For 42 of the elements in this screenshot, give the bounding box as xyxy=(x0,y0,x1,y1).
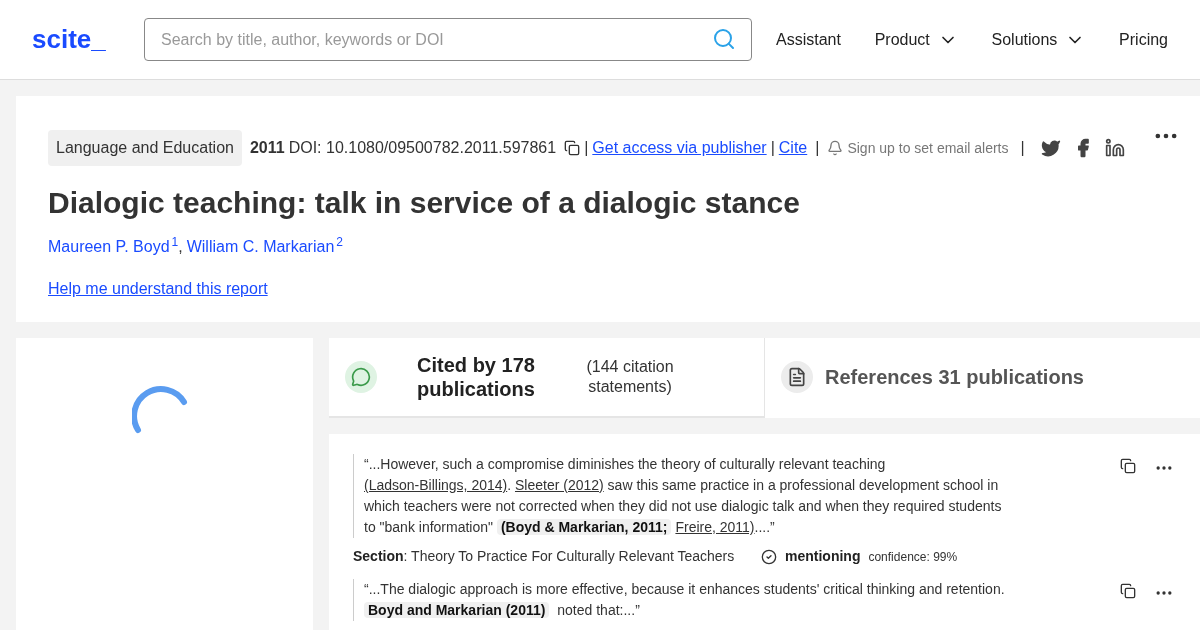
author-link[interactable]: William C. Markarian$^{2}$ xyxy=(186,235,343,259)
nav-menu-item[interactable]: Assistant xyxy=(776,27,841,52)
copy-icon[interactable] xyxy=(564,140,581,156)
access-link[interactable]: Get access via publisher xyxy=(592,136,767,160)
nav-menu-item[interactable]: Solutions xyxy=(991,27,1086,52)
cited-by-tab[interactable]: Cited by 178 publications (144 citation statements) xyxy=(329,338,765,418)
linkedin-icon[interactable] xyxy=(1104,138,1125,158)
references-tab[interactable]: References 31 publications xyxy=(765,338,1200,418)
twitter-icon[interactable] xyxy=(1040,138,1061,158)
alerts-link[interactable]: Sign up to set email alerts xyxy=(847,137,1009,159)
citation-quote: “...However, such a compromise diminishes the theory of culturally relevant teaching (Ladson-Billings, 2014). Sleeter (2012) saw this same practice in a professional development school in which teachers were not corrected when they did not use dialogic talk and when they required students to "bank information" (Boyd & Markarian, 2011; Freire, 2011)....” xyxy=(353,454,1013,538)
separator: | xyxy=(815,138,820,158)
confidence-text: confidence: 99% xyxy=(868,548,958,566)
citation-link[interactable]: Sleeter (2012) xyxy=(515,477,604,493)
citation-type: mentioning xyxy=(785,547,861,566)
separator: | xyxy=(770,138,775,158)
check-circle-icon xyxy=(761,548,777,565)
separator: | xyxy=(584,138,589,158)
paper-title: Dialogic teaching: talk in service of a dialogic stance xyxy=(48,185,801,221)
document-icon xyxy=(781,361,813,393)
citation-link[interactable]: Freire, 2011) xyxy=(675,519,755,535)
logo[interactable]: scite_ xyxy=(32,20,144,59)
copy-icon[interactable] xyxy=(1120,583,1136,599)
search-field[interactable]: Search by title, author, keywords or DOI xyxy=(144,18,752,61)
nav-menu-item[interactable]: Product xyxy=(874,27,958,52)
citation-quote: “...The dialogic approach is more effective, because it enhances students' critical thinking and retention. Boyd and Markarian (2011) noted that:...” xyxy=(353,579,1013,621)
year: 2011 xyxy=(249,138,285,158)
author-separator: , xyxy=(178,237,183,257)
help-link[interactable]: Help me understand this report xyxy=(48,277,268,301)
doi: DOI: 10.1080/09500782.2011.597861 xyxy=(288,138,557,158)
section-text: Section: Theory To Practice For Culturally Relevant Teachers xyxy=(353,547,736,566)
copy-icon[interactable] xyxy=(1120,458,1136,474)
bell-icon[interactable] xyxy=(827,140,844,156)
nav-menu-item[interactable]: Pricing xyxy=(1119,27,1168,52)
search-icon[interactable] xyxy=(712,27,736,51)
author-link[interactable]: Maureen P. Boyd$^{1}$ xyxy=(48,235,179,259)
journal-tag[interactable]: Language and Education xyxy=(48,130,242,166)
quote-bubble-icon xyxy=(345,361,377,393)
highlighted-citation: Boyd and Markarian (2011) xyxy=(364,602,550,618)
highlighted-citation: (Boyd & Markarian, 2011; xyxy=(496,519,672,535)
separator: | xyxy=(1020,138,1025,158)
cite-link[interactable]: Cite xyxy=(778,136,808,160)
